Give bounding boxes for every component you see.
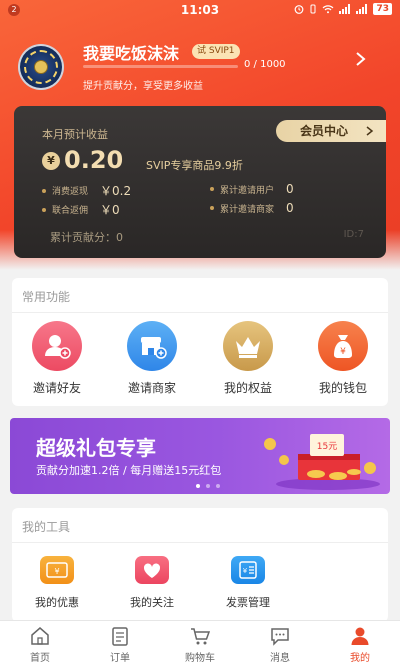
- stat-label: 累计邀请用户: [220, 185, 275, 196]
- svip-discount-text: SVIP专享商品9.9折: [146, 159, 243, 172]
- bullet-dot: [42, 207, 46, 212]
- status-icons: 73: [294, 3, 392, 15]
- order-icon: [112, 627, 128, 646]
- earnings-card: 本月预计收益 会员中心 ¥ 0.20 SVIP专享商品9.9折 消费返现 ￥0.…: [14, 106, 386, 258]
- invoice-management-button[interactable]: ¥ 发票管理: [208, 556, 288, 610]
- function-label: 邀请好友: [32, 381, 81, 395]
- bullet-dot: [210, 206, 214, 210]
- my-benefits-button[interactable]: 我的权益: [208, 321, 288, 396]
- tool-label: 发票管理: [226, 596, 270, 609]
- tab-label: 首页: [30, 653, 50, 664]
- member-center-button[interactable]: 会员中心: [276, 120, 386, 142]
- tool-label: 我的关注: [130, 596, 174, 609]
- bullet-dot: [42, 188, 46, 193]
- user-subtitle: 提升贡献分，享受更多收益: [83, 81, 203, 92]
- chevron-right-icon[interactable]: [355, 51, 367, 67]
- carousel-dot: [216, 484, 220, 488]
- heart-icon: [135, 556, 169, 584]
- banner-title: 超级礼包专享: [36, 436, 156, 460]
- profile-icon: [351, 627, 369, 645]
- promo-banner[interactable]: 超级礼包专享 贡献分加速1.2倍 / 每月赠送15元红包 15元: [10, 418, 390, 494]
- signal-icon-2: [356, 4, 368, 14]
- stat-cashback: 消费返现 ￥0.2: [42, 182, 131, 199]
- bullet-dot: [210, 187, 214, 191]
- gift-box-icon: 15元: [264, 434, 380, 490]
- progress-text: 0 / 1000: [244, 59, 286, 70]
- yen-icon: ¥: [42, 152, 60, 170]
- earnings-title: 本月预计收益: [42, 128, 108, 141]
- carousel-dot: [206, 484, 210, 488]
- invoice-icon: ¥: [231, 556, 265, 584]
- function-label: 我的钱包: [318, 381, 367, 395]
- tab-label: 我的: [350, 653, 370, 664]
- my-coupons-button[interactable]: ¥ 我的优惠: [17, 556, 97, 610]
- stat-label: 联合返佣: [52, 206, 89, 216]
- wifi-icon: [323, 5, 334, 14]
- contribution-progress-bar: [83, 65, 238, 68]
- invite-merchant-icon: [127, 321, 177, 371]
- stat-label: 累计邀请商家: [220, 204, 275, 215]
- money-bag-icon: ¥: [318, 321, 368, 371]
- invite-merchant-button[interactable]: 邀请商家: [112, 321, 192, 396]
- battery-level: 73: [373, 3, 392, 15]
- svg-text:¥: ¥: [243, 567, 248, 575]
- stat-value: ￥0.2: [100, 184, 132, 198]
- alarm-icon: [295, 5, 304, 14]
- tab-label: 消息: [270, 653, 290, 664]
- stat-value: 0: [286, 201, 294, 215]
- tab-profile[interactable]: 我的: [320, 621, 400, 666]
- common-functions-panel: 常用功能 邀请好友 邀请商家 我的权益 ¥ 我的钱包: [12, 278, 388, 406]
- stat-invited-merchants: 累计邀请商家 0: [210, 201, 294, 215]
- carousel-dot-active: [196, 484, 200, 488]
- total-contribution: 累计贡献分：0: [50, 231, 123, 244]
- invite-friend-icon: [32, 321, 82, 371]
- user-id: ID:7: [343, 229, 364, 240]
- my-follows-button[interactable]: 我的关注: [112, 556, 192, 610]
- banner-subtitle: 贡献分加速1.2倍 / 每月赠送15元红包: [36, 464, 222, 477]
- tab-orders[interactable]: 订单: [80, 621, 160, 666]
- stat-label: 消费返现: [52, 187, 89, 197]
- status-bar: 2 11:03 73: [0, 0, 400, 20]
- earnings-amount: 0.20: [64, 146, 124, 174]
- function-label: 邀请商家: [127, 381, 176, 395]
- tab-label: 购物车: [185, 653, 215, 664]
- svg-text:¥: ¥: [340, 347, 346, 357]
- chevron-right-icon: [366, 126, 374, 136]
- avatar-coin: [34, 60, 48, 74]
- divider: [12, 542, 388, 543]
- stat-value: ￥0: [100, 203, 120, 217]
- signal-icon: [339, 4, 351, 14]
- stat-value: 0: [286, 182, 294, 196]
- vip-badge: 试 SVIP1: [192, 44, 240, 59]
- user-name: 我要吃饭沫沫: [83, 44, 180, 63]
- carousel-indicator[interactable]: [196, 484, 220, 488]
- tab-label: 订单: [110, 653, 130, 664]
- home-icon: [31, 627, 49, 645]
- svg-text:¥: ¥: [54, 567, 59, 576]
- bottom-tab-bar: 首页 订单 购物车 消息 我的: [0, 620, 400, 666]
- cart-icon: [191, 628, 211, 645]
- banner-tag: 15元: [317, 442, 337, 452]
- tab-home[interactable]: 首页: [0, 621, 80, 666]
- function-label: 我的权益: [223, 381, 272, 395]
- message-icon: [271, 628, 289, 646]
- divider: [12, 312, 388, 313]
- vibrate-icon: [310, 4, 316, 14]
- my-wallet-button[interactable]: ¥ 我的钱包: [303, 321, 383, 396]
- stat-invited-users: 累计邀请用户 0: [210, 182, 294, 196]
- tab-messages[interactable]: 消息: [240, 621, 320, 666]
- invite-friend-button[interactable]: 邀请好友: [17, 321, 97, 396]
- tool-label: 我的优惠: [35, 596, 79, 609]
- coupon-icon: ¥: [40, 556, 74, 584]
- my-tools-panel: 我的工具 ¥ 我的优惠 我的关注 ¥ 发票管理: [12, 508, 388, 622]
- section-title: 我的工具: [22, 520, 71, 534]
- section-title: 常用功能: [22, 290, 71, 304]
- stat-joint-commission: 联合返佣 ￥0: [42, 201, 120, 218]
- tab-cart[interactable]: 购物车: [160, 621, 240, 666]
- avatar[interactable]: [18, 44, 64, 90]
- crown-icon: [223, 321, 273, 371]
- member-center-label: 会员中心: [300, 124, 349, 138]
